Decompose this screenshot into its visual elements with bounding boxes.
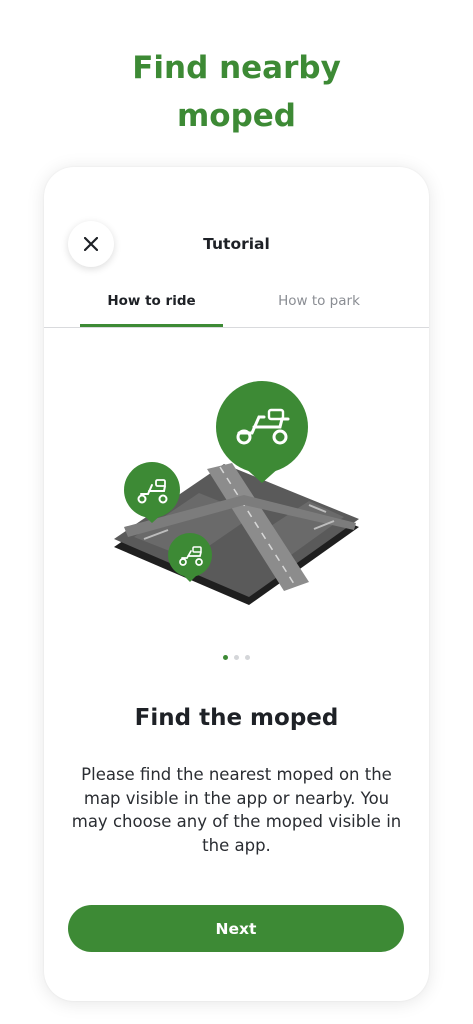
headline-line-1: Find nearby <box>132 50 341 86</box>
headline: Find nearby moped <box>0 44 473 140</box>
map-with-moped-pins-icon <box>114 381 359 605</box>
tab-bar: How to ride How to park <box>44 287 429 328</box>
step-title: Find the moped <box>134 705 339 731</box>
tab-how-to-park[interactable]: How to park <box>246 287 392 327</box>
tab-how-to-ride[interactable]: How to ride <box>80 287 223 327</box>
carousel-dots <box>44 655 429 661</box>
carousel-dot-2[interactable] <box>234 655 239 660</box>
carousel-dot-1[interactable] <box>223 655 228 660</box>
headline-line-2: moped <box>176 98 296 134</box>
sheet-title: Tutorial <box>203 235 270 253</box>
carousel-dot-3[interactable] <box>245 655 250 660</box>
tutorial-sheet: Tutorial How to ride How to park Find th… <box>44 167 429 1001</box>
next-button[interactable]: Next <box>68 905 404 952</box>
step-description: Please find the nearest moped on the map… <box>71 765 402 855</box>
